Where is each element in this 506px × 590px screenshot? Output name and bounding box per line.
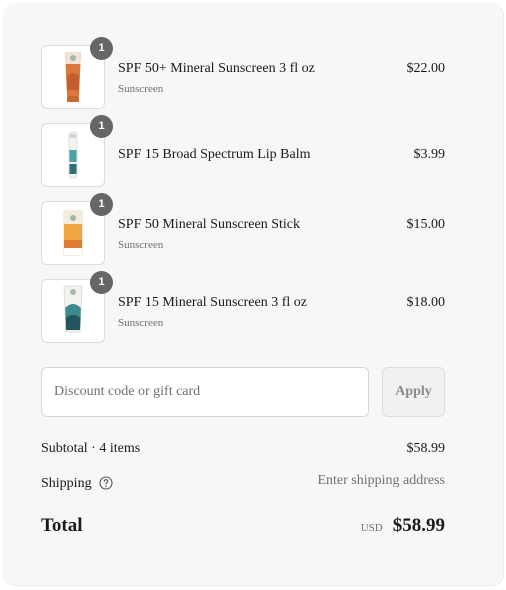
product-name: SPF 50+ Mineral Sunscreen 3 fl oz xyxy=(118,61,315,76)
total-amount: $58.99 xyxy=(392,515,445,536)
line-item: 1 SPF 15 Broad Spectrum Lip Balm $3.99 xyxy=(41,115,446,187)
currency-code: USD xyxy=(360,522,383,534)
product-variant: Sunscreen xyxy=(118,83,164,95)
shipping-row: Shipping xyxy=(41,473,113,492)
apply-discount-button[interactable]: Apply xyxy=(382,367,445,417)
product-price: $22.00 xyxy=(406,61,446,76)
quantity-badge: 1 xyxy=(90,115,113,138)
subtotal-value: $58.99 xyxy=(406,441,446,456)
product-variant: Sunscreen xyxy=(118,239,164,251)
total-value-group: USD $58.99 xyxy=(361,515,445,537)
product-name: SPF 15 Mineral Sunscreen 3 fl oz xyxy=(118,295,307,310)
order-summary-panel: 1 SPF 50+ Mineral Sunscreen 3 fl oz Suns… xyxy=(3,3,504,586)
discount-code-input[interactable] xyxy=(41,367,369,417)
subtotal-label: Subtotal · 4 items xyxy=(41,441,141,456)
quantity-badge: 1 xyxy=(90,193,113,216)
product-name: SPF 50 Mineral Sunscreen Stick xyxy=(118,217,300,232)
shipping-value: Enter shipping address xyxy=(317,473,445,488)
quantity-badge: 1 xyxy=(90,37,113,60)
product-price: $3.99 xyxy=(413,147,446,162)
question-circle-icon[interactable] xyxy=(99,476,113,490)
product-price: $18.00 xyxy=(406,295,446,310)
product-thumbnail-orange-sunscreen-stick: 1 xyxy=(41,193,113,265)
product-variant: Sunscreen xyxy=(118,317,164,329)
line-item: 1 SPF 15 Mineral Sunscreen 3 fl oz Sunsc… xyxy=(41,271,446,343)
line-item: 1 SPF 50+ Mineral Sunscreen 3 fl oz Suns… xyxy=(41,37,446,109)
product-name: SPF 15 Broad Spectrum Lip Balm xyxy=(118,147,311,162)
quantity-badge: 1 xyxy=(90,271,113,294)
total-label: Total xyxy=(41,515,83,536)
product-thumbnail-teal-lip-balm-tube: 1 xyxy=(41,115,113,187)
product-price: $15.00 xyxy=(406,217,446,232)
product-thumbnail-teal-sunscreen-tube: 1 xyxy=(41,271,113,343)
line-item: 1 SPF 50 Mineral Sunscreen Stick Sunscre… xyxy=(41,193,446,265)
product-thumbnail-orange-sunscreen-tube: 1 xyxy=(41,37,113,109)
shipping-label: Shipping xyxy=(41,476,92,491)
